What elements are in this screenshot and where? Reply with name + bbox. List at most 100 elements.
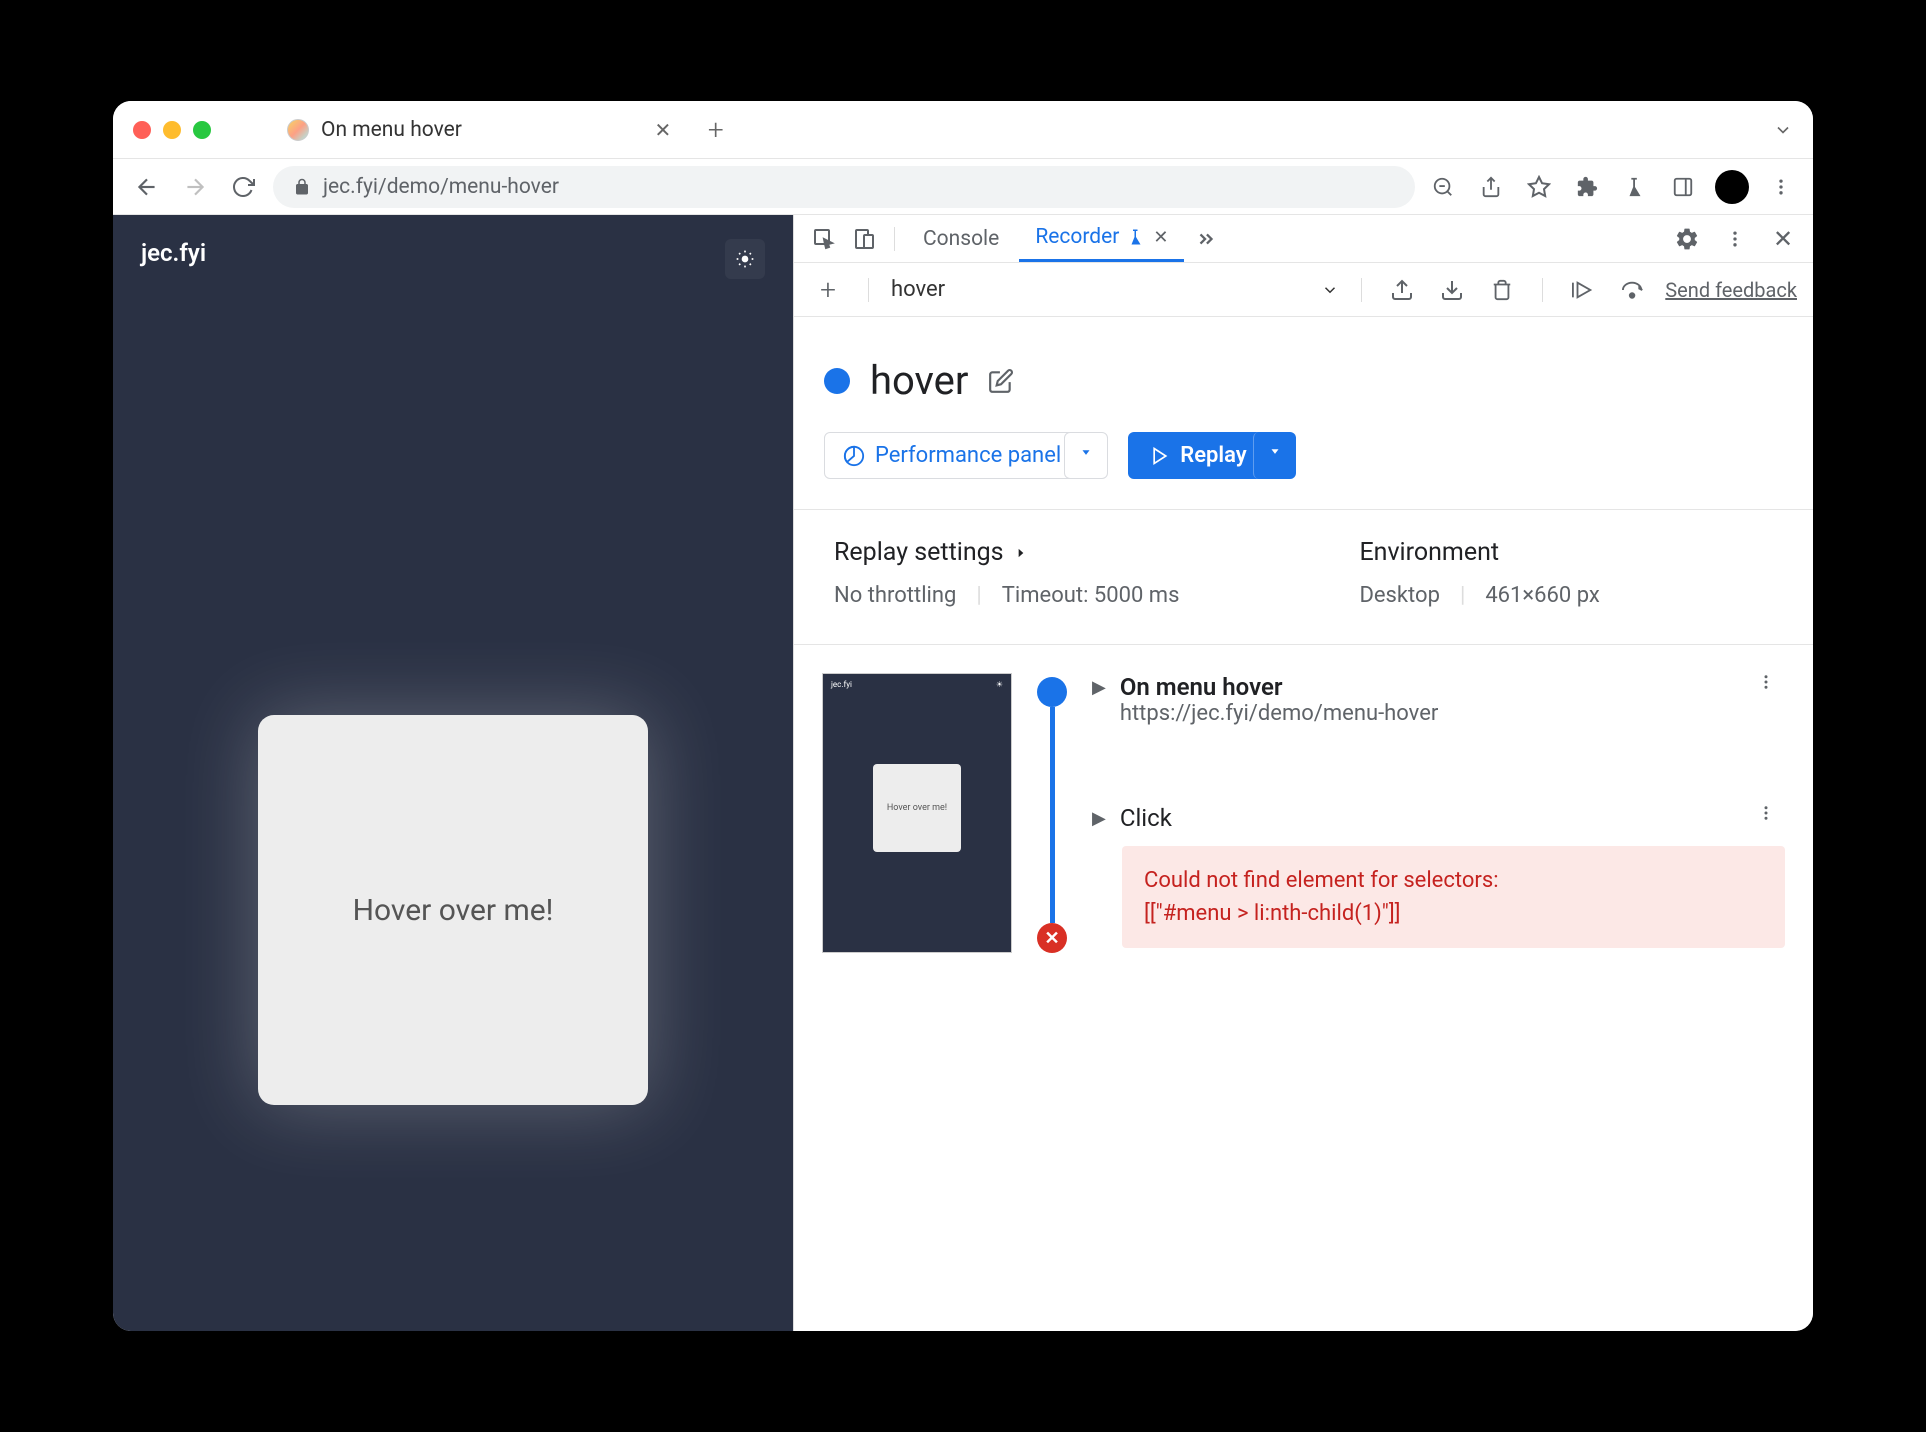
reload-button[interactable]	[225, 169, 261, 205]
recording-title-row: hover	[794, 317, 1813, 432]
hover-card-text: Hover over me!	[353, 893, 554, 928]
import-icon[interactable]	[1434, 272, 1470, 308]
step-click-title: Click	[1120, 804, 1733, 832]
profile-avatar[interactable]	[1715, 170, 1749, 204]
tab-list-dropdown[interactable]	[1773, 120, 1793, 140]
replay-settings-heading[interactable]: Replay settings	[834, 538, 1179, 567]
flask-icon	[1127, 228, 1145, 246]
play-icon	[1150, 446, 1170, 466]
zoom-out-icon[interactable]	[1427, 171, 1459, 203]
device-value: Desktop	[1359, 583, 1440, 608]
maximize-window-button[interactable]	[193, 121, 211, 139]
recording-selector[interactable]: hover	[891, 277, 1339, 302]
divider	[868, 278, 869, 302]
share-icon[interactable]	[1475, 171, 1507, 203]
settings-section: Replay settings No throttling | Timeout:…	[794, 509, 1813, 644]
recorder-toolbar: + hover Send feedback	[794, 263, 1813, 317]
expand-step-icon[interactable]: ▶	[1092, 673, 1106, 698]
page-thumbnail: jec.fyi ☀ Hover over me!	[822, 673, 1012, 953]
divider	[1361, 278, 1362, 302]
thumb-site-label: jec.fyi	[831, 680, 852, 689]
replay-button[interactable]: Replay	[1128, 432, 1268, 479]
timeline: ✕	[1032, 673, 1072, 953]
step-navigate[interactable]: ▶ On menu hover https://jec.fyi/demo/men…	[1092, 673, 1785, 726]
step-over-icon[interactable]	[1615, 272, 1651, 308]
recording-title: hover	[870, 357, 968, 404]
site-title: jec.fyi	[141, 239, 206, 279]
url-bar[interactable]: jec.fyi/demo/menu-hover	[273, 166, 1415, 208]
step-click[interactable]: ▶ Click	[1092, 804, 1785, 832]
replay-dropdown[interactable]	[1253, 432, 1296, 479]
replay-settings-values: No throttling | Timeout: 5000 ms	[834, 583, 1179, 608]
settings-gear-icon[interactable]	[1669, 221, 1705, 257]
export-icon[interactable]	[1384, 272, 1420, 308]
steps-section: jec.fyi ☀ Hover over me! ✕	[794, 644, 1813, 981]
action-buttons: Performance panel Replay	[794, 432, 1813, 509]
recording-name-label: hover	[891, 277, 945, 302]
environment-col: Environment Desktop | 461×660 px	[1359, 538, 1599, 608]
tab-console-label: Console	[923, 227, 999, 251]
bookmark-star-icon[interactable]	[1523, 171, 1555, 203]
browser-toolbar: jec.fyi/demo/menu-hover	[113, 159, 1813, 215]
devtools-panel: Console Recorder ✕ ✕	[793, 215, 1813, 1331]
device-toolbar-icon[interactable]	[846, 221, 882, 257]
forward-button[interactable]	[177, 169, 213, 205]
minimize-window-button[interactable]	[163, 121, 181, 139]
environment-values: Desktop | 461×660 px	[1359, 583, 1599, 608]
webpage-header: jec.fyi	[113, 215, 793, 303]
timeline-start-dot	[1037, 677, 1067, 707]
tab-recorder-label: Recorder	[1035, 225, 1119, 249]
replay-settings-col: Replay settings No throttling | Timeout:…	[834, 538, 1179, 608]
performance-panel-button[interactable]: Performance panel	[824, 432, 1080, 479]
browser-menu-icon[interactable]	[1765, 171, 1797, 203]
devtools-menu-icon[interactable]	[1717, 221, 1753, 257]
divider	[1542, 278, 1543, 302]
more-tabs-icon[interactable]	[1188, 221, 1224, 257]
extensions-icon[interactable]	[1571, 171, 1603, 203]
back-button[interactable]	[129, 169, 165, 205]
traffic-lights	[133, 121, 211, 139]
close-devtools-icon[interactable]: ✕	[1765, 221, 1801, 257]
caret-down-icon	[1079, 445, 1093, 459]
dimensions-value: 461×660 px	[1485, 583, 1600, 608]
new-tab-button[interactable]: +	[708, 113, 724, 146]
close-window-button[interactable]	[133, 121, 151, 139]
caret-down-icon	[1268, 444, 1282, 458]
theme-toggle-button[interactable]	[725, 239, 765, 279]
close-tab-button[interactable]: ✕	[654, 121, 672, 139]
step-menu-icon[interactable]	[1747, 804, 1785, 822]
send-feedback-link[interactable]: Send feedback	[1665, 278, 1797, 302]
browser-tab[interactable]: On menu hover ✕	[271, 110, 688, 150]
continue-icon[interactable]	[1565, 272, 1601, 308]
error-line-2: [["#menu > li:nth-child(1)"]]	[1144, 897, 1763, 930]
step-url: https://jec.fyi/demo/menu-hover	[1120, 701, 1733, 726]
timeout-value: Timeout: 5000 ms	[1002, 583, 1180, 608]
favicon-icon	[287, 119, 309, 141]
throttling-value: No throttling	[834, 583, 956, 608]
timeline-line	[1050, 707, 1055, 923]
hover-card[interactable]: Hover over me!	[258, 715, 648, 1105]
delete-icon[interactable]	[1484, 272, 1520, 308]
thumb-card: Hover over me!	[873, 764, 961, 852]
edit-title-button[interactable]	[988, 368, 1014, 394]
side-panel-icon[interactable]	[1667, 171, 1699, 203]
close-tab-recorder[interactable]: ✕	[1153, 227, 1168, 248]
url-text: jec.fyi/demo/menu-hover	[323, 175, 559, 199]
caret-right-icon	[1014, 546, 1028, 560]
step-menu-icon[interactable]	[1747, 673, 1785, 691]
tab-console[interactable]: Console	[907, 217, 1015, 261]
expand-step-icon[interactable]: ▶	[1092, 804, 1106, 829]
error-message: Could not find element for selectors: [[…	[1122, 846, 1785, 948]
performance-dropdown[interactable]	[1064, 432, 1108, 479]
tab-recorder[interactable]: Recorder ✕	[1019, 215, 1184, 262]
step-title: On menu hover	[1120, 673, 1733, 701]
toolbar-actions	[1427, 170, 1797, 204]
recorder-body: hover Performance panel	[794, 317, 1813, 1331]
titlebar: On menu hover ✕ +	[113, 101, 1813, 159]
new-recording-button[interactable]: +	[810, 272, 846, 308]
content-area: jec.fyi Hover over me! Co	[113, 215, 1813, 1331]
inspect-element-icon[interactable]	[806, 221, 842, 257]
thumb-theme-icon: ☀	[996, 680, 1003, 689]
devtools-tab-bar: Console Recorder ✕ ✕	[794, 215, 1813, 263]
labs-flask-icon[interactable]	[1619, 171, 1651, 203]
